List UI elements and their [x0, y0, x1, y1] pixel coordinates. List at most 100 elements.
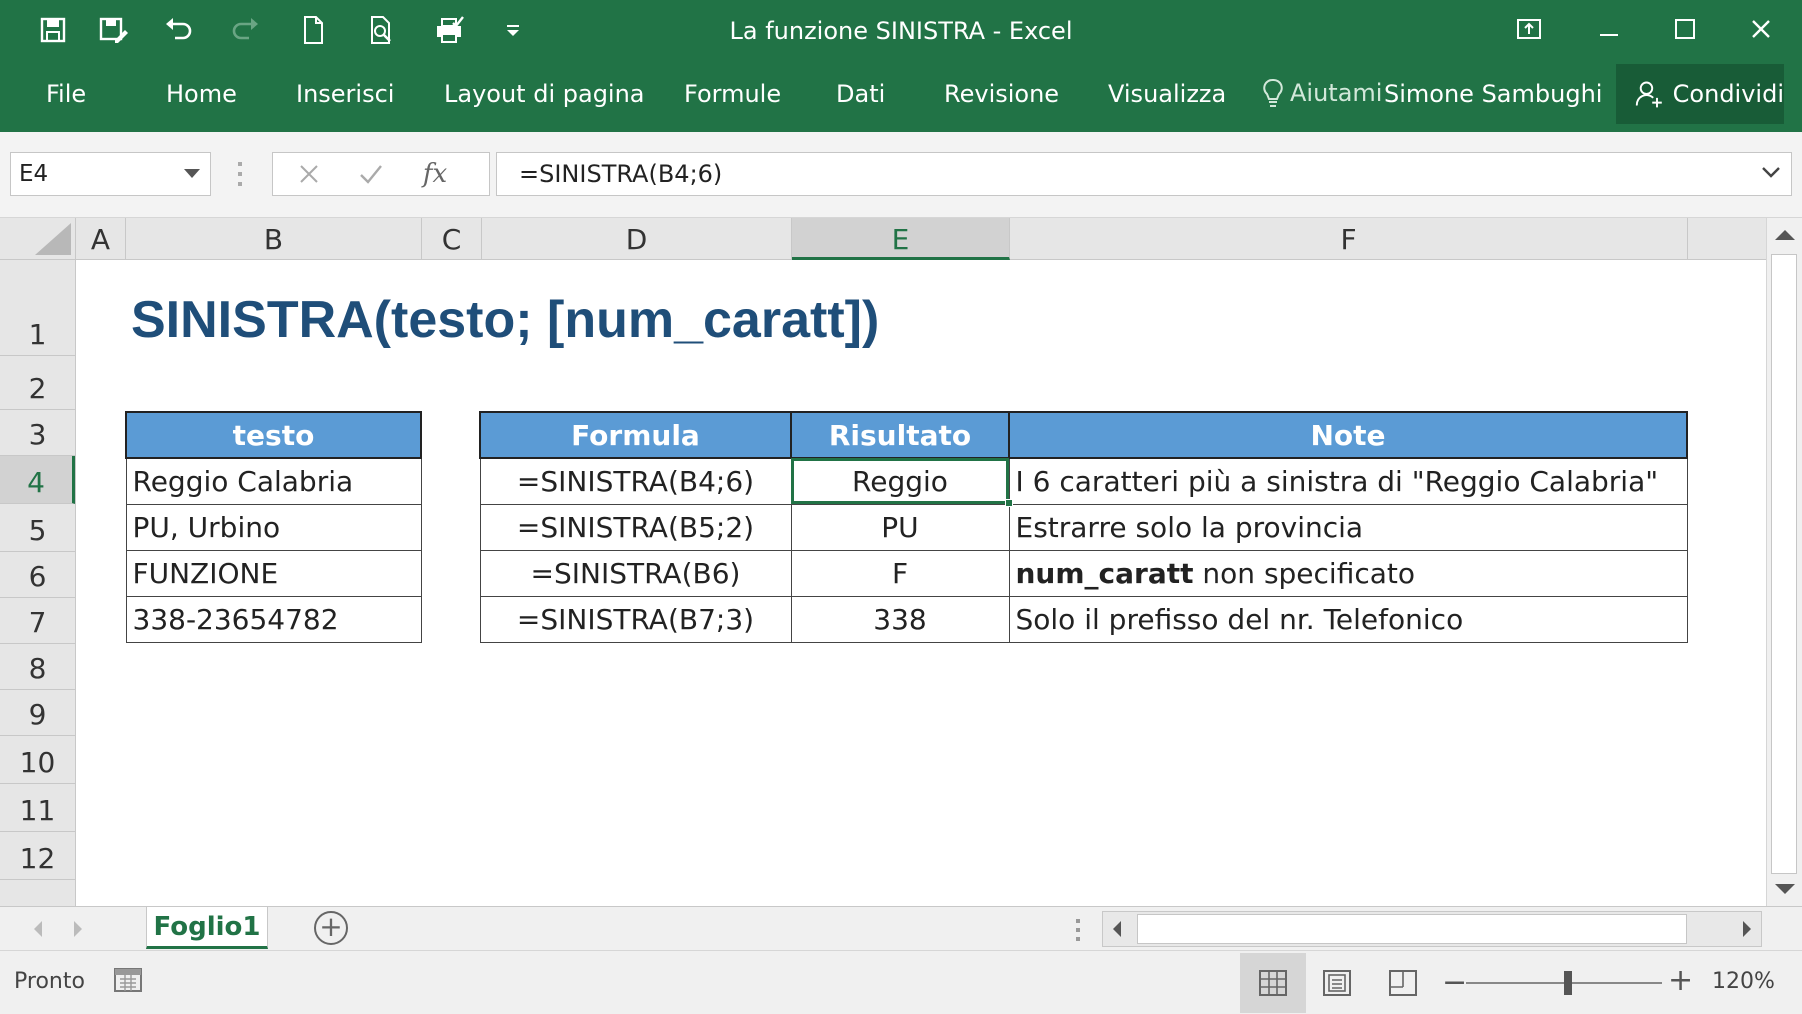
expand-formula-bar-icon[interactable]	[1761, 165, 1781, 179]
row-header-1[interactable]: 1	[0, 260, 75, 356]
undo-icon[interactable]	[154, 8, 204, 52]
zoom-slider-thumb[interactable]	[1563, 971, 1572, 995]
scroll-up-icon[interactable]	[1775, 230, 1795, 240]
result-cell[interactable]: F	[790, 549, 1010, 597]
note-text: non specificato	[1193, 556, 1415, 590]
page-break-view-icon[interactable]	[1370, 953, 1436, 1013]
column-header-e[interactable]: E	[792, 218, 1010, 260]
close-icon[interactable]	[1726, 4, 1796, 54]
formula-cell[interactable]: =SINISTRA(B6)	[479, 549, 792, 597]
share-button[interactable]: Condividi	[1616, 64, 1784, 124]
result-cell-selected[interactable]: Reggio	[790, 457, 1010, 505]
print-preview-icon[interactable]	[356, 8, 406, 52]
save-as-icon[interactable]	[88, 8, 138, 52]
row-header-4[interactable]: 4	[0, 456, 75, 504]
add-sheet-button[interactable]: +	[314, 911, 348, 945]
row-header-7[interactable]: 7	[0, 598, 75, 644]
row-header-3[interactable]: 3	[0, 410, 75, 456]
name-box[interactable]: E4	[10, 152, 211, 196]
vertical-scrollbar[interactable]	[1766, 218, 1802, 906]
horizontal-scroll-thumb[interactable]	[1137, 914, 1687, 944]
text-cell[interactable]: PU, Urbino	[125, 503, 422, 551]
drag-handle-icon[interactable]	[238, 162, 242, 186]
row-headers: 1 2 3 4 5 6 7 8 9 10 11 12	[0, 260, 76, 906]
result-cell[interactable]: PU	[790, 503, 1010, 551]
column-header-d[interactable]: D	[482, 218, 792, 260]
enter-icon[interactable]	[349, 157, 393, 191]
note-bold-text: num_caratt	[1015, 556, 1194, 590]
text-cell[interactable]: FUNZIONE	[125, 549, 422, 597]
scroll-left-icon[interactable]	[1113, 921, 1121, 937]
next-sheet-icon[interactable]	[74, 921, 82, 937]
column-header-b[interactable]: B	[126, 218, 422, 260]
column-header-f[interactable]: F	[1010, 218, 1688, 260]
row-header-11[interactable]: 11	[0, 784, 75, 832]
tab-layout[interactable]: Layout di pagina	[444, 80, 645, 108]
column-header-c[interactable]: C	[422, 218, 482, 260]
cell-area[interactable]: SINISTRA(testo; [num_caratt]) testo Regg…	[76, 260, 1766, 906]
maximize-icon[interactable]	[1650, 4, 1720, 54]
formula-cell[interactable]: =SINISTRA(B5;2)	[479, 503, 792, 551]
sheet-title[interactable]: SINISTRA(testo; [num_caratt])	[131, 290, 879, 350]
formula-cell[interactable]: =SINISTRA(B7;3)	[479, 595, 792, 643]
insert-function-button[interactable]: fx	[413, 157, 457, 191]
note-cell[interactable]: Solo il prefisso del nr. Telefonico	[1008, 595, 1688, 643]
save-icon[interactable]	[28, 8, 78, 52]
note-cell[interactable]: I 6 caratteri più a sinistra di "Reggio …	[1008, 457, 1688, 505]
formula-input[interactable]: =SINISTRA(B4;6)	[496, 152, 1792, 196]
tab-visualizza[interactable]: Visualizza	[1108, 80, 1226, 108]
result-cell[interactable]: 338	[790, 595, 1010, 643]
text-header[interactable]: testo	[125, 411, 422, 459]
note-text: Solo il prefisso del nr. Telefonico	[1015, 602, 1464, 636]
row-header-6[interactable]: 6	[0, 552, 75, 598]
text-cell[interactable]: Reggio Calabria	[125, 457, 422, 505]
row-header-2[interactable]: 2	[0, 356, 75, 410]
tab-home[interactable]: Home	[166, 80, 237, 108]
tab-dati[interactable]: Dati	[836, 80, 885, 108]
user-name[interactable]: Simone Sambughi	[1384, 80, 1602, 108]
zoom-in-button[interactable]: +	[1668, 963, 1693, 998]
scroll-down-icon[interactable]	[1775, 884, 1795, 894]
sheet-tab-foglio1[interactable]: Foglio1	[146, 907, 268, 949]
text-cell[interactable]: 338-23654782	[125, 595, 422, 643]
new-document-icon[interactable]	[288, 8, 338, 52]
row-header-8[interactable]: 8	[0, 644, 75, 690]
note-cell[interactable]: num_caratt non specificato	[1008, 549, 1688, 597]
redo-icon[interactable]	[220, 8, 270, 52]
restore-ribbon-icon[interactable]	[1494, 4, 1564, 54]
column-header-g[interactable]: (	[1688, 218, 1766, 260]
tab-file[interactable]: File	[46, 80, 86, 108]
row-header-12[interactable]: 12	[0, 832, 75, 880]
formula-cell[interactable]: =SINISTRA(B4;6)	[479, 457, 792, 505]
tell-me-search[interactable]: Aiutami	[1262, 78, 1382, 108]
result-header[interactable]: Risultato	[790, 411, 1010, 459]
minimize-icon[interactable]	[1574, 4, 1644, 54]
worksheet-grid: A B C D E F ( 1 2 3 4 5 6 7 8 9 10 11 12…	[0, 218, 1766, 906]
column-header-a[interactable]: A	[76, 218, 126, 260]
row-header-5[interactable]: 5	[0, 504, 75, 552]
splitter-handle-icon[interactable]	[1076, 919, 1080, 941]
note-cell[interactable]: Estrarre solo la provincia	[1008, 503, 1688, 551]
horizontal-scrollbar[interactable]	[1102, 911, 1762, 947]
normal-view-icon[interactable]	[1240, 953, 1306, 1013]
tab-formule[interactable]: Formule	[684, 80, 781, 108]
row-header-9[interactable]: 9	[0, 690, 75, 736]
page-layout-view-icon[interactable]	[1304, 953, 1370, 1013]
note-header[interactable]: Note	[1008, 411, 1688, 459]
macro-recording-icon[interactable]	[112, 963, 144, 995]
zoom-level[interactable]: 120%	[1712, 969, 1775, 994]
chevron-down-icon[interactable]	[184, 169, 200, 178]
tab-inserisci[interactable]: Inserisci	[296, 80, 394, 108]
formula-header[interactable]: Formula	[479, 411, 792, 459]
scroll-right-icon[interactable]	[1743, 921, 1751, 937]
customize-qat-icon[interactable]	[488, 8, 538, 52]
quick-print-icon[interactable]	[424, 8, 474, 52]
fill-handle[interactable]	[1005, 499, 1013, 507]
vertical-scroll-thumb[interactable]	[1771, 254, 1797, 874]
tab-revisione[interactable]: Revisione	[944, 80, 1059, 108]
prev-sheet-icon[interactable]	[34, 921, 42, 937]
cancel-icon[interactable]	[287, 157, 331, 191]
zoom-out-button[interactable]: −	[1442, 965, 1467, 1000]
select-all-button[interactable]	[0, 218, 76, 260]
row-header-10[interactable]: 10	[0, 736, 75, 784]
